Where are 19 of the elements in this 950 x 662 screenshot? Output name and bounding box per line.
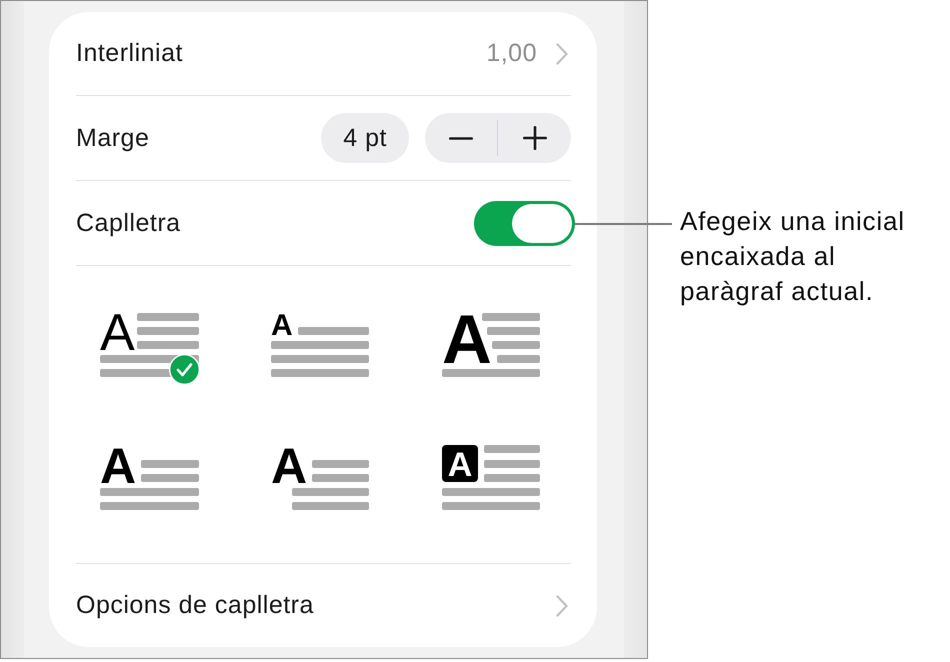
toggle-switch[interactable]: [474, 200, 575, 246]
chevron-right-icon[interactable]: [556, 594, 568, 616]
checkmark-icon: [169, 354, 200, 385]
setting-label: Interliniat: [76, 39, 183, 68]
setting-label: Marge: [76, 124, 150, 152]
setting-label: Opcions de caplletra: [76, 591, 314, 620]
drop-cap-style-option[interactable]: A: [100, 445, 200, 510]
drop-cap-style-option[interactable]: A: [442, 313, 542, 378]
drop-cap-style-option[interactable]: A: [271, 313, 371, 378]
setting-value: 1,00: [486, 39, 537, 68]
plus-icon: [522, 126, 546, 150]
callout-text: Afegeix una inicial encaixada al paràgraf actual.: [680, 205, 906, 308]
drop-cap-style-option[interactable]: A: [442, 445, 542, 510]
chevron-right-icon[interactable]: [556, 42, 568, 64]
drop-cap-style-option[interactable]: A: [271, 445, 371, 510]
value-field[interactable]: 4 pt: [321, 113, 409, 163]
minus-icon: [449, 136, 473, 140]
increase-button[interactable]: [498, 113, 571, 163]
setting-label: Caplletra: [76, 208, 181, 238]
